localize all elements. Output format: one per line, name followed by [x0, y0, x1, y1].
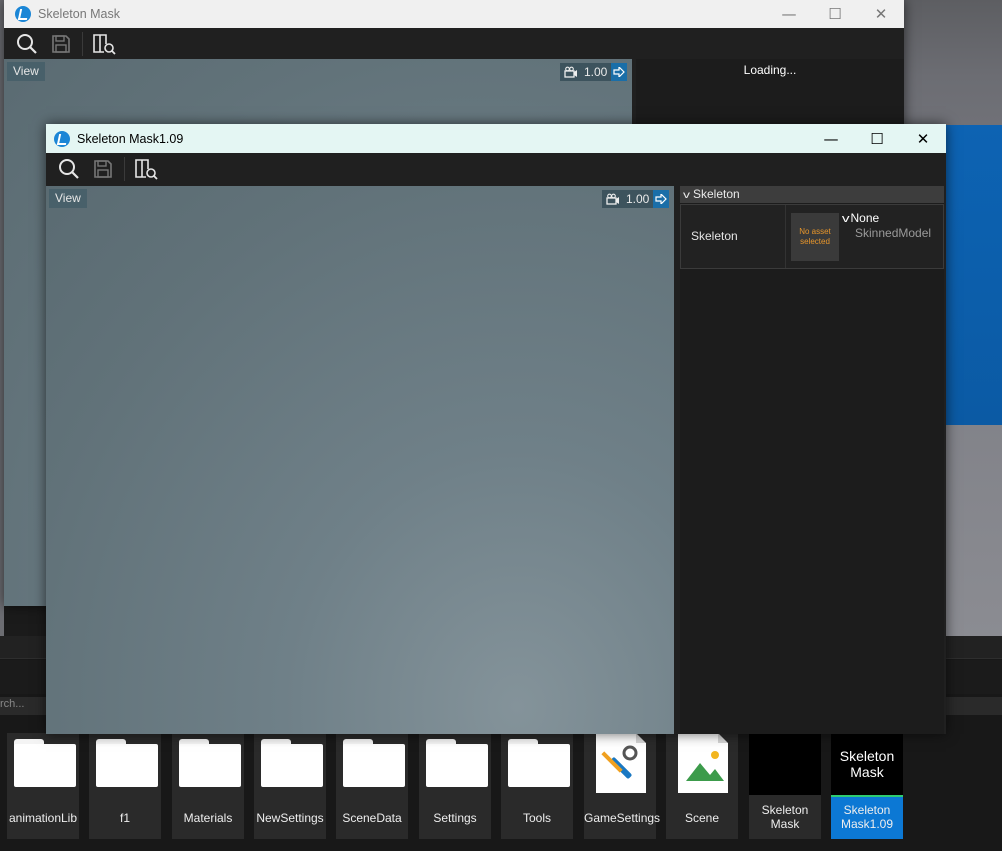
loading-text: Loading... — [743, 63, 797, 77]
viewport[interactable]: View 1.00 — [46, 186, 674, 734]
toolbar — [46, 153, 946, 184]
camera-speed[interactable]: 1.00 — [560, 63, 628, 81]
tile-label: Settings — [433, 811, 477, 825]
search-button[interactable] — [10, 30, 44, 58]
asset-picker-thumbnail[interactable]: No asset selected — [791, 213, 839, 261]
chevron-down-icon: v — [841, 213, 850, 225]
tile-label: Materials — [183, 811, 233, 825]
asset-picker-dropdown[interactable]: vNone — [841, 211, 879, 225]
window-title: Skeleton Mask — [38, 7, 120, 21]
minimize-button[interactable]: — — [766, 0, 812, 28]
tile-label: SceneData — [342, 811, 402, 825]
folder-tile[interactable]: NewSettings — [254, 733, 326, 839]
window-title: Skeleton Mask1.09 — [77, 131, 184, 146]
camera-speed[interactable]: 1.00 — [602, 190, 670, 208]
save-button[interactable] — [44, 30, 78, 58]
tile-label: Skeleton Mask — [761, 803, 809, 831]
camera-icon — [602, 193, 624, 205]
save-icon — [94, 159, 112, 178]
folder-tile[interactable]: f1 — [89, 733, 161, 839]
title-bar[interactable]: Skeleton Mask1.09 — ☐ ✕ — [46, 124, 946, 153]
maximize-button[interactable]: ☐ — [812, 0, 858, 28]
asset-tile-gamesettings[interactable]: GameSettings — [584, 733, 661, 839]
view-menu-button[interactable]: View — [7, 62, 45, 81]
app-icon — [54, 130, 70, 147]
group-header-skeleton[interactable]: v Skeleton — [680, 186, 944, 203]
tile-label: animationLib — [8, 811, 78, 825]
view-menu-button[interactable]: View — [49, 189, 87, 208]
asset-tile-skeleton-mask109[interactable]: Skeleton Mask Skeleton Mask1.09 — [831, 733, 903, 839]
document-icon — [678, 733, 728, 793]
maximize-button[interactable]: ☐ — [854, 124, 900, 153]
book-search-icon — [135, 158, 158, 180]
asset-thumbnail: Skeleton Mask — [831, 733, 903, 797]
camera-speed-value: 1.00 — [626, 192, 650, 206]
app-icon — [15, 6, 31, 22]
arrow-right-icon[interactable] — [611, 63, 628, 81]
arrow-right-icon[interactable] — [653, 190, 670, 208]
tile-label: Skeleton Mask1.09 — [840, 803, 894, 831]
folder-tile[interactable]: SceneData — [336, 733, 408, 839]
properties-panel: v Skeleton Skeleton No asset selected vNo… — [680, 186, 944, 734]
tools-icon — [601, 745, 638, 779]
folder-icon — [426, 739, 488, 787]
tile-label: Tools — [522, 811, 551, 825]
folder-icon — [261, 739, 323, 787]
search-icon — [17, 33, 37, 54]
search-icon — [59, 158, 79, 179]
property-row-skeleton: Skeleton No asset selected vNone Skinned… — [680, 204, 944, 269]
folder-icon — [96, 739, 158, 787]
folder-icon — [179, 739, 241, 787]
tile-label: f1 — [119, 811, 130, 825]
close-button[interactable]: ✕ — [858, 0, 904, 28]
asset-thumbnail — [749, 733, 821, 795]
folder-tile[interactable]: animationLib — [7, 733, 79, 839]
chevron-down-icon: v — [683, 190, 690, 201]
camera-speed-value: 1.00 — [584, 65, 608, 79]
find-asset-button[interactable] — [129, 155, 163, 183]
book-search-icon — [93, 33, 116, 55]
property-label: Skeleton — [691, 229, 738, 243]
folder-tile[interactable]: Materials — [172, 733, 244, 839]
asset-tile-skeleton-mask[interactable]: Skeleton Mask — [749, 733, 821, 839]
editor-window-front: Skeleton Mask1.09 — ☐ ✕ View 1.00 v Skel… — [46, 124, 946, 734]
asset-type-label: SkinnedModel — [855, 226, 932, 240]
find-asset-button[interactable] — [87, 30, 121, 58]
folder-icon — [508, 739, 570, 787]
search-input[interactable]: rch... — [0, 698, 24, 710]
toolbar — [4, 28, 904, 59]
asset-tile-scene[interactable]: Scene — [666, 733, 738, 839]
properties-panel: Loading... — [636, 59, 904, 129]
folder-icon — [343, 739, 405, 787]
document-icon — [596, 733, 646, 793]
image-icon — [686, 751, 724, 781]
camera-icon — [560, 66, 582, 78]
minimize-button[interactable]: — — [808, 124, 854, 153]
close-button[interactable]: ✕ — [900, 124, 946, 153]
save-button[interactable] — [86, 155, 120, 183]
tile-label: Scene — [684, 811, 720, 825]
folder-icon — [14, 739, 76, 787]
save-icon — [52, 34, 70, 53]
folder-tile[interactable]: Tools — [501, 733, 573, 839]
folder-tile[interactable]: Settings — [419, 733, 491, 839]
tile-label: NewSettings — [256, 811, 324, 825]
search-button[interactable] — [52, 155, 86, 183]
title-bar[interactable]: Skeleton Mask — ☐ ✕ — [4, 0, 904, 28]
desktop-blue-panel — [945, 125, 1002, 425]
tile-label: GameSettings — [584, 811, 661, 825]
